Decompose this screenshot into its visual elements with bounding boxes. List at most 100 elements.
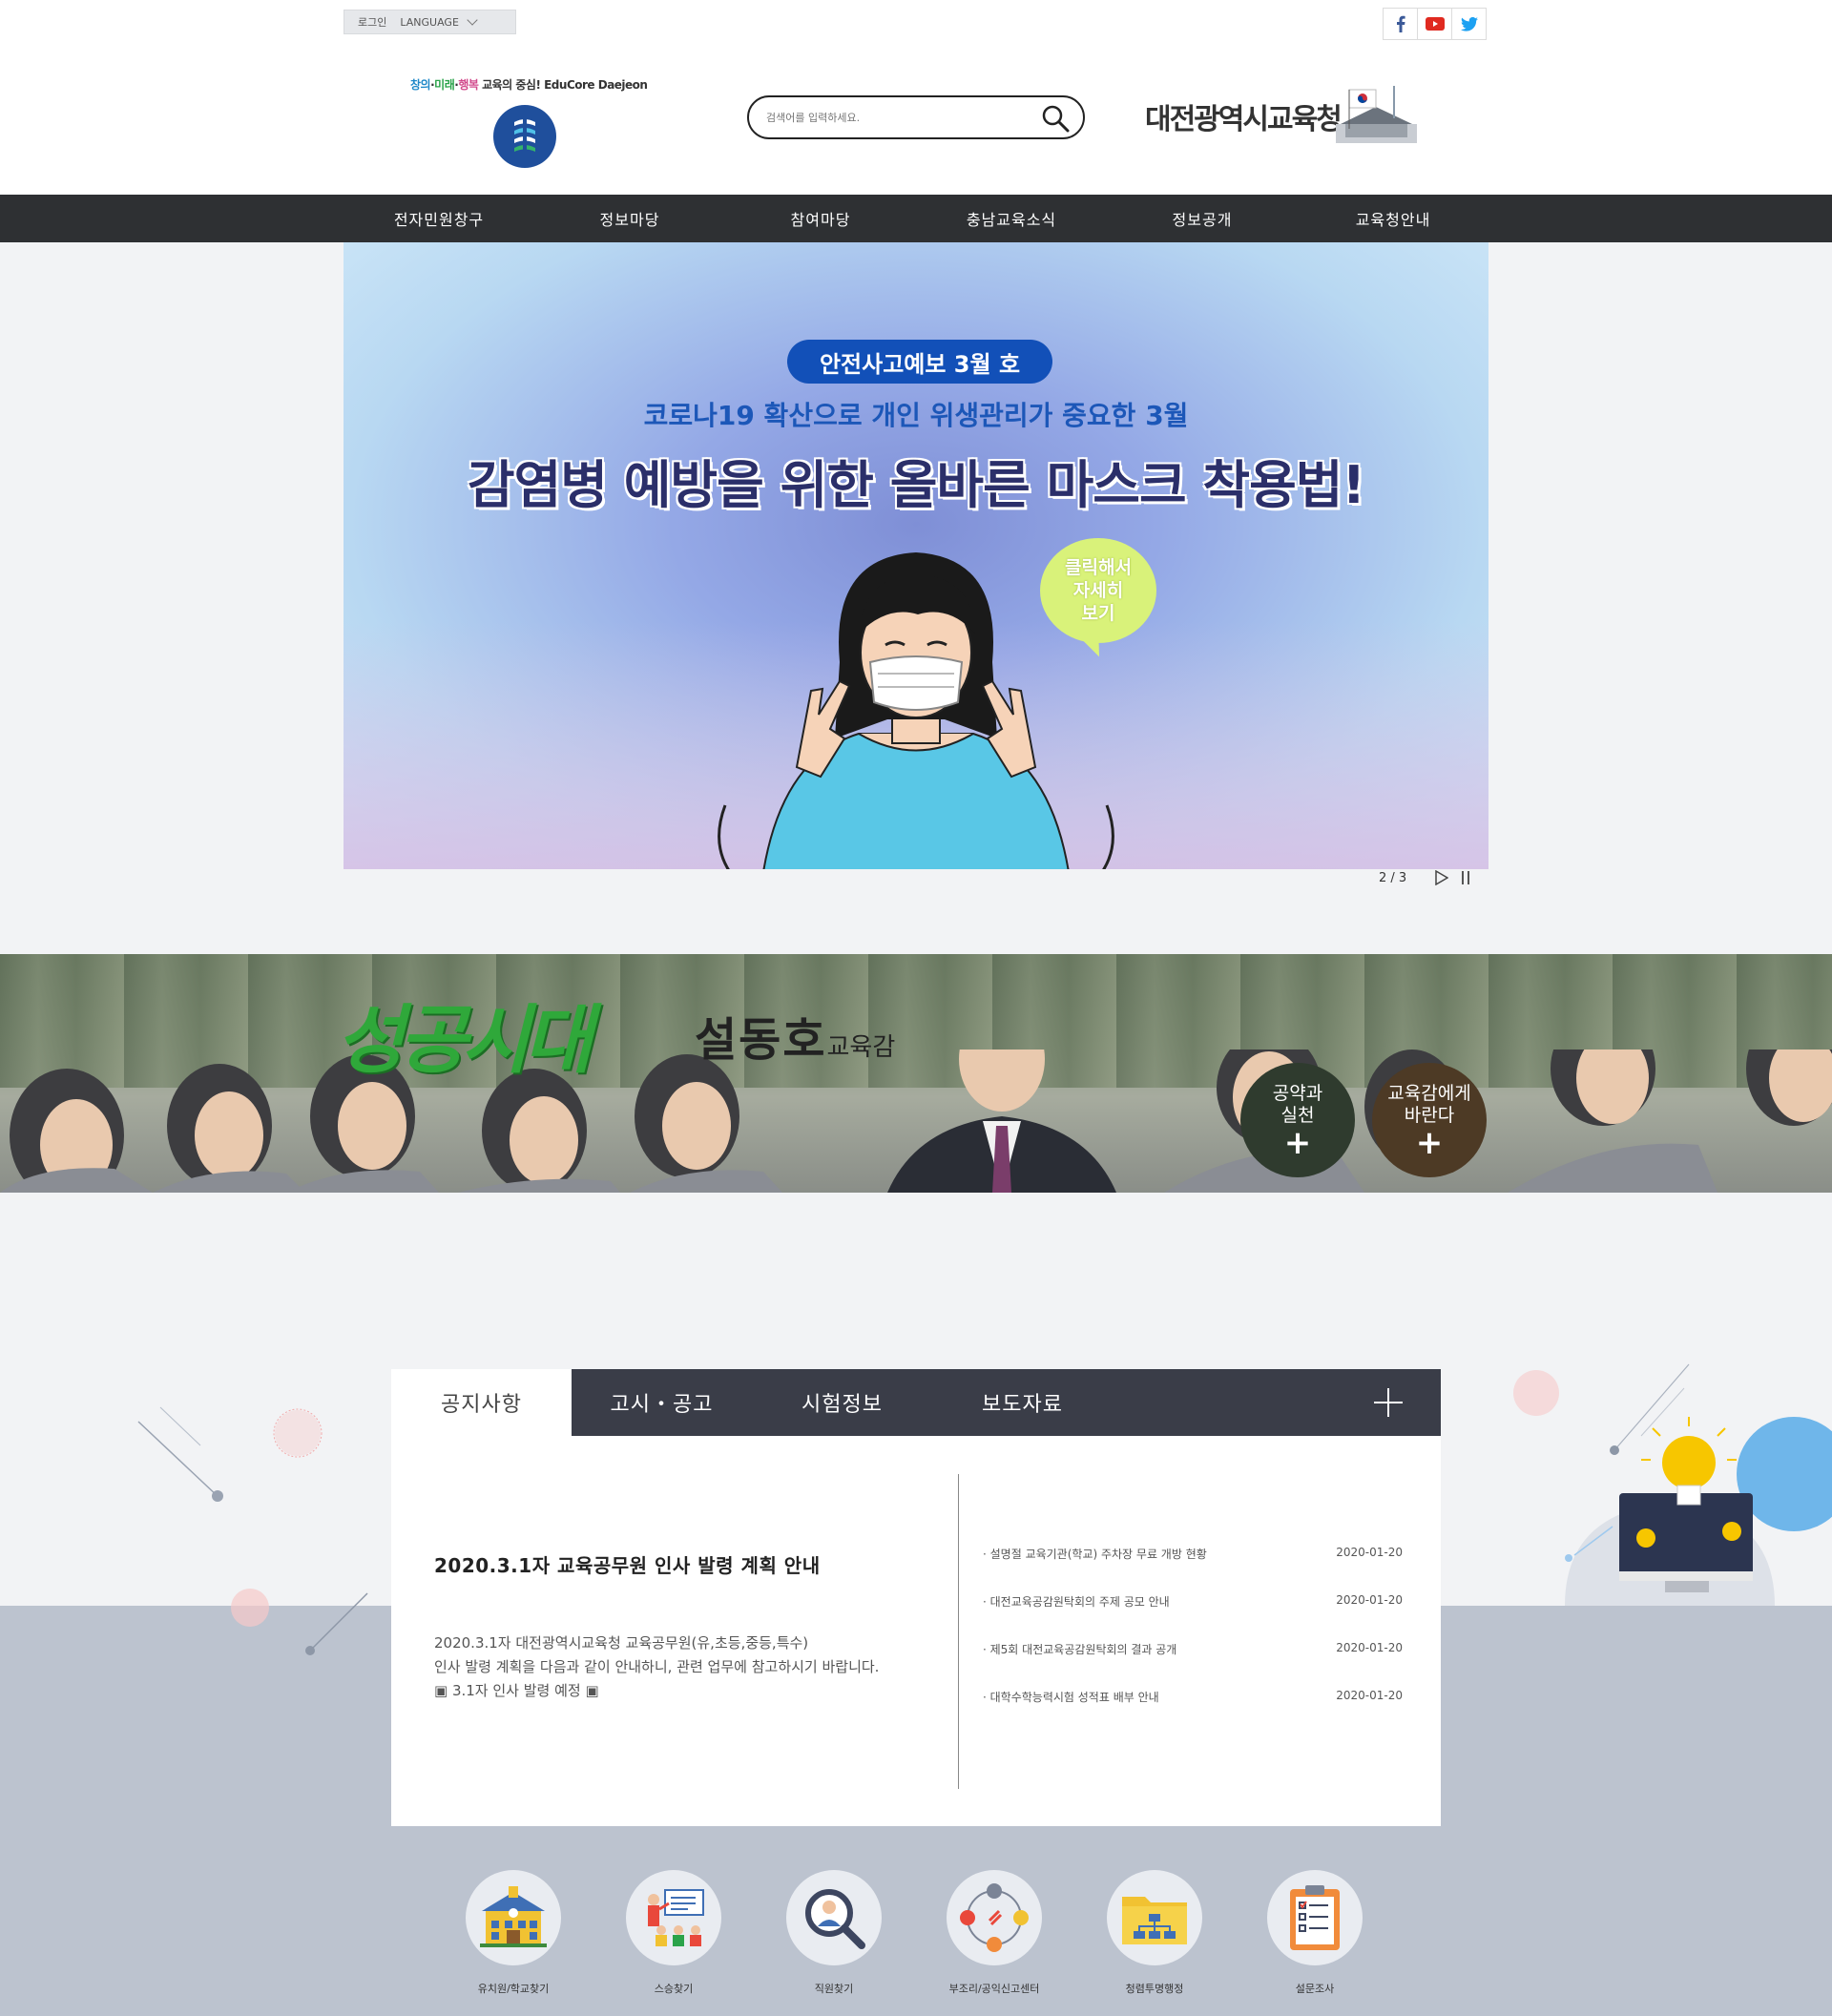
students-photo: [0, 1050, 1832, 1193]
post-title: · 대전교육공감원탁회의 주제 공모 안내: [983, 1595, 1170, 1609]
search-box: [747, 95, 1085, 139]
youtube-icon[interactable]: [1417, 8, 1452, 40]
korean-flag-building-icon: [1336, 86, 1417, 143]
title-text: 교육감: [826, 1033, 896, 1062]
summary-line: 2020.3.1자 대전광역시교육청 교육공무원(유,초등,중등,특수): [434, 1634, 809, 1652]
plus-icon: +: [1415, 1124, 1444, 1162]
list-item[interactable]: · 제5회 대전교육공감원탁회의 결과 공개 2020-01-20: [983, 1641, 1403, 1689]
post-date: 2020-01-20: [1336, 1689, 1403, 1702]
slogan-word: 행복: [458, 78, 479, 92]
superintendent-banner: 성공시대 설동호교육감 공약과 실천 + 교육감에게 바란다 +: [0, 954, 1832, 1193]
twitter-icon[interactable]: [1451, 8, 1487, 40]
utility-bar: 로그인 LANGUAGE: [344, 10, 516, 34]
post-title: · 제5회 대전교육공감원탁회의 결과 공개: [983, 1643, 1177, 1656]
org-logo[interactable]: 대전광역시교육청: [1145, 86, 1417, 147]
featured-post-title[interactable]: 2020.3.1자 교육공무원 인사 발령 계획 안내: [434, 1550, 821, 1578]
featured-post-summary: 2020.3.1자 대전광역시교육청 교육공무원(유,초등,중등,특수) 인사 …: [434, 1632, 930, 1703]
button-label: 공약과: [1272, 1083, 1323, 1104]
quick-links: 유치원/학교찾기 스승찾기 직원찾기 부조리/공익신고센터 청렴투명행정 설문조…: [466, 1870, 1363, 1996]
summary-line: ▣ 3.1자 인사 발령 예정 ▣: [434, 1682, 599, 1699]
nav-item-news[interactable]: 충남교육소식: [916, 195, 1107, 242]
report-center-icon: [947, 1870, 1042, 1965]
quick-link-school-finder[interactable]: 유치원/학교찾기: [466, 1870, 561, 1996]
list-item[interactable]: · 대전교육공감원탁회의 주제 공모 안내 2020-01-20: [983, 1593, 1403, 1641]
lightbulb-monitor-illustration: [1513, 1363, 1832, 1606]
post-title: · 설명절 교육기관(학교) 주차장 무료 개방 현황: [983, 1548, 1207, 1561]
chevron-down-icon: [467, 13, 478, 26]
button-label: 교육감에게: [1387, 1083, 1471, 1104]
hero-title: 감염병 예방을 위한 올바른 마스크 착용법!: [467, 455, 1365, 515]
bubble-line: 클릭해서: [1065, 557, 1132, 578]
slogan-word: 미래: [434, 78, 455, 92]
success-era-slogan: 성공시대: [336, 998, 593, 1084]
search-input[interactable]: [766, 107, 1024, 128]
decorative-lines-left: [137, 1406, 368, 1655]
tab-press-releases[interactable]: 보도자료: [932, 1369, 1113, 1436]
slide-controls: 2 / 3: [1379, 870, 1470, 885]
nav-item-participation[interactable]: 참여마당: [725, 195, 916, 242]
org-name: 대전광역시교육청: [1145, 103, 1343, 136]
pause-icon[interactable]: [1462, 871, 1470, 884]
hero-badge: 안전사고예보 3월 호: [787, 340, 1052, 384]
site-header: 로그인 LANGUAGE 창의·미래·행복 교육의 중심! EduCore Da…: [0, 0, 1832, 195]
language-label: LANGUAGE: [400, 15, 459, 29]
post-title: · 대학수학능력시험 성적표 배부 안내: [983, 1691, 1159, 1704]
post-date: 2020-01-20: [1336, 1546, 1403, 1559]
transparency-folder-icon: [1107, 1870, 1202, 1965]
tab-exam-info[interactable]: 시험정보: [752, 1369, 932, 1436]
summary-line: 인사 발령 계획을 다음과 같이 안내하니, 관련 업무에 참고하시기 바랍니다…: [434, 1658, 880, 1675]
social-links: [1383, 8, 1487, 40]
logo-slogan: 창의·미래·행복 교육의 중심! EduCore Daejeon: [410, 76, 648, 93]
language-selector[interactable]: LANGUAGE: [400, 13, 478, 29]
post-date: 2020-01-20: [1336, 1641, 1403, 1654]
play-icon[interactable]: [1435, 870, 1449, 885]
main-navigation: 전자민원창구 정보마당 참여마당 충남교육소식 정보공개 교육청안내: [0, 195, 1832, 242]
bubble-line: 보기: [1081, 603, 1115, 624]
post-date: 2020-01-20: [1336, 1593, 1403, 1607]
nav-item-disclosure[interactable]: 정보공개: [1107, 195, 1298, 242]
quick-link-label: 유치원/학교찾기: [477, 1983, 550, 1995]
quick-link-report-center[interactable]: 부조리/공익신고센터: [947, 1870, 1042, 1996]
slide-counter: 2 / 3: [1379, 870, 1407, 885]
login-link[interactable]: 로그인: [344, 14, 400, 30]
quick-link-survey[interactable]: 설문조사: [1267, 1870, 1363, 1996]
education-office-emblem-icon[interactable]: [493, 105, 556, 168]
quick-link-label: 스승찾기: [654, 1983, 694, 1995]
tab-announcements[interactable]: 고시・공고: [572, 1369, 752, 1436]
post-list: · 설명절 교육기관(학교) 주차장 무료 개방 현황 2020-01-20 · …: [983, 1546, 1403, 1736]
slogan-word: 창의: [410, 78, 431, 92]
slogan-rest: 교육의 중심! EduCore Daejeon: [478, 78, 648, 92]
nav-item-information[interactable]: 정보마당: [534, 195, 725, 242]
quick-link-label: 청렴투명행정: [1125, 1983, 1184, 1995]
more-plus-icon[interactable]: [1374, 1388, 1403, 1417]
name-text: 설동호: [695, 1013, 827, 1067]
quick-link-staff-finder[interactable]: 직원찾기: [786, 1870, 882, 1996]
list-item[interactable]: · 설명절 교육기관(학교) 주차장 무료 개방 현황 2020-01-20: [983, 1546, 1403, 1593]
quick-link-transparency[interactable]: 청렴투명행정: [1107, 1870, 1202, 1996]
nav-item-about[interactable]: 교육청안내: [1298, 195, 1488, 242]
staff-search-icon: [786, 1870, 882, 1965]
bubble-line: 자세히: [1072, 580, 1124, 601]
quick-link-label: 부조리/공익신고센터: [948, 1983, 1040, 1995]
survey-clipboard-icon: [1267, 1870, 1363, 1965]
pledges-button[interactable]: 공약과 실천 +: [1240, 1063, 1355, 1177]
suggestion-button[interactable]: 교육감에게 바란다 +: [1372, 1063, 1487, 1177]
quick-link-teacher-finder[interactable]: 스승찾기: [626, 1870, 721, 1996]
hero-subtitle: 코로나19 확산으로 개인 위생관리가 중요한 3월: [643, 400, 1189, 431]
nav-item-civil-service[interactable]: 전자민원창구: [344, 195, 534, 242]
bubble-text: 클릭해서 자세히 보기: [1065, 556, 1132, 625]
search-icon[interactable]: [1041, 104, 1070, 133]
school-icon: [466, 1870, 561, 1965]
hero-slide[interactable]: 안전사고예보 3월 호 코로나19 확산으로 개인 위생관리가 중요한 3월 감…: [344, 242, 1488, 869]
tab-notices[interactable]: 공지사항: [391, 1369, 572, 1436]
board-content: 2020.3.1자 교육공무원 인사 발령 계획 안내 2020.3.1자 대전…: [391, 1436, 1441, 1826]
teacher-icon: [626, 1870, 721, 1965]
list-item[interactable]: · 대학수학능력시험 성적표 배부 안내 2020-01-20: [983, 1689, 1403, 1736]
facebook-icon[interactable]: [1383, 8, 1418, 40]
board-tabs: 공지사항 고시・공고 시험정보 보도자료: [391, 1369, 1441, 1436]
superintendent-name: 설동호교육감: [695, 1002, 895, 1069]
plus-icon: +: [1283, 1124, 1312, 1162]
quick-link-label: 설문조사: [1295, 1983, 1335, 1995]
vertical-divider: [958, 1474, 959, 1789]
quick-link-label: 직원찾기: [814, 1983, 854, 1995]
